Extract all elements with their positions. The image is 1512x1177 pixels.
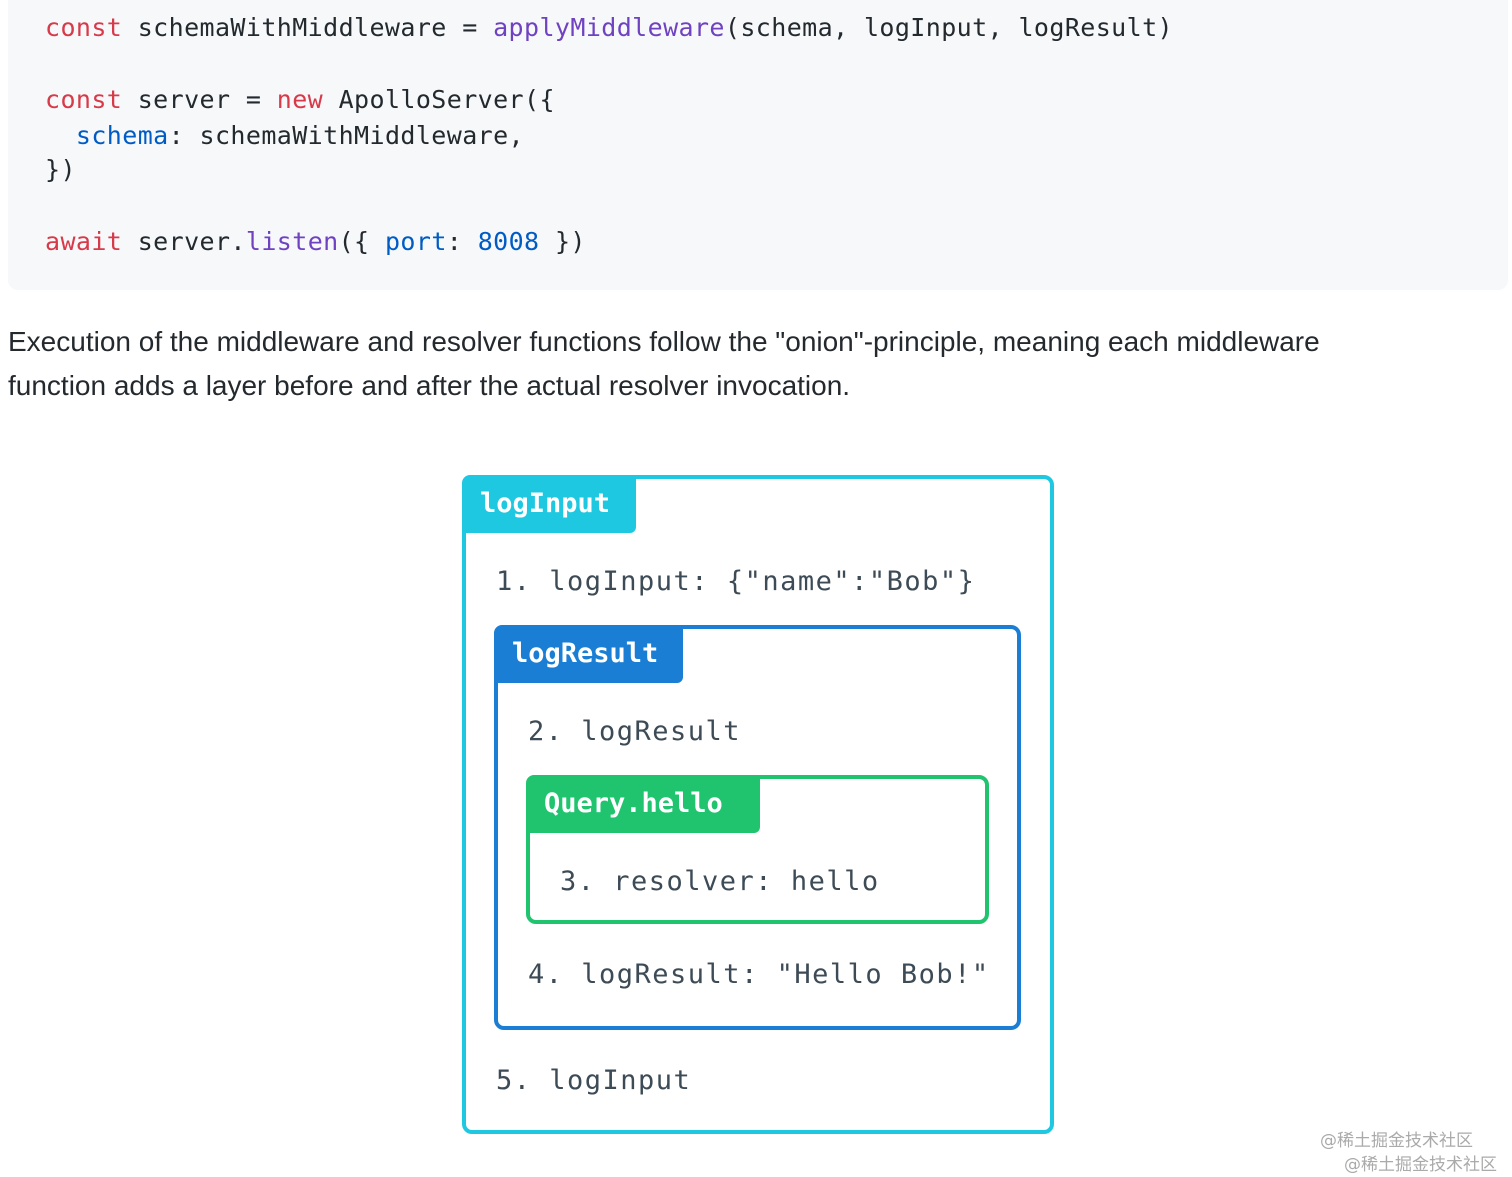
code-number: 8008 xyxy=(477,227,540,256)
code-text: (schema, logInput, logResult) xyxy=(724,13,1173,42)
code-text: schemaWithMiddleware = xyxy=(122,13,494,42)
code-keyword: await xyxy=(45,227,123,256)
code-text: server. xyxy=(122,227,246,256)
code-property: schema xyxy=(75,121,169,150)
step-3: 3. resolver: hello xyxy=(560,866,880,897)
code-text: ({ xyxy=(338,227,385,256)
watermark: @稀土掘金技术社区 xyxy=(1344,1155,1497,1175)
code-function: applyMiddleware xyxy=(493,13,725,42)
code-line-schema: schema: schemaWithMiddleware, xyxy=(45,119,524,153)
step-2: 2. logResult xyxy=(528,716,742,747)
code-text: : xyxy=(446,227,478,256)
code-text: }) xyxy=(45,155,76,184)
step-5: 5. logInput xyxy=(496,1065,692,1096)
code-text: : schemaWithMiddleware, xyxy=(168,121,525,150)
code-line-listen: await server.listen({ port: 8008 }) xyxy=(45,225,586,259)
watermark: @稀土掘金技术社区 xyxy=(1320,1131,1473,1151)
paragraph-line-1: Execution of the middleware and resolver… xyxy=(8,326,1320,357)
code-property: port xyxy=(384,227,447,256)
onion-layer-query-hello: Query.hello 3. resolver: hello xyxy=(526,775,989,924)
step-1: 1. logInput: {"name":"Bob"} xyxy=(496,566,976,597)
layer-tag-loginput: logInput xyxy=(462,475,636,533)
code-text: server = xyxy=(122,85,277,114)
code-text: ApolloServer({ xyxy=(323,85,555,114)
description-paragraph: Execution of the middleware and resolver… xyxy=(8,320,1488,408)
step-4: 4. logResult: "Hello Bob!" xyxy=(528,959,990,990)
code-keyword: const xyxy=(45,13,123,42)
code-keyword: const xyxy=(45,85,123,114)
code-block: const schemaWithMiddleware = applyMiddle… xyxy=(8,0,1508,290)
layer-tag-logresult: logResult xyxy=(494,625,683,683)
code-keyword: new xyxy=(276,85,324,114)
paragraph-line-2: function adds a layer before and after t… xyxy=(8,370,851,401)
code-line-apply-middleware: const schemaWithMiddleware = applyMiddle… xyxy=(45,11,1173,45)
code-function: listen xyxy=(245,227,339,256)
code-line-close: }) xyxy=(45,153,76,187)
layer-tag-query-hello: Query.hello xyxy=(526,775,760,833)
code-text: }) xyxy=(539,227,586,256)
code-line-server: const server = new ApolloServer({ xyxy=(45,83,555,117)
